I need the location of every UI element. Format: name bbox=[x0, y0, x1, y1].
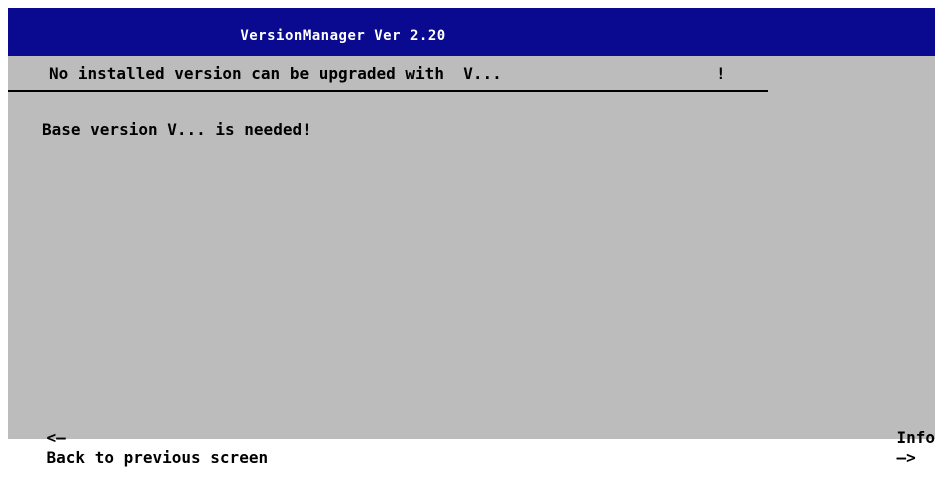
arrow-right-icon: —> bbox=[896, 448, 916, 467]
title-bar: VersionManager Ver 2.20 bbox=[8, 8, 935, 56]
base-version-message: Base version V... is needed! bbox=[42, 120, 312, 139]
version-manager-screen: VersionManager Ver 2.20 No installed ver… bbox=[8, 8, 935, 467]
back-softkey-label: Back to previous screen bbox=[46, 448, 269, 467]
warning-mark: ! bbox=[716, 64, 726, 83]
upgrade-status-text: No installed version can be upgraded wit… bbox=[49, 64, 502, 83]
info-softkey-label: Info bbox=[896, 428, 935, 447]
window-title: VersionManager Ver 2.20 bbox=[240, 28, 446, 44]
status-header: No installed version can be upgraded wit… bbox=[8, 56, 768, 92]
arrow-left-icon: <— bbox=[46, 428, 66, 447]
info-softkey[interactable]: Info —> bbox=[858, 408, 935, 488]
back-softkey[interactable]: <— Back to previous screen bbox=[8, 408, 269, 488]
